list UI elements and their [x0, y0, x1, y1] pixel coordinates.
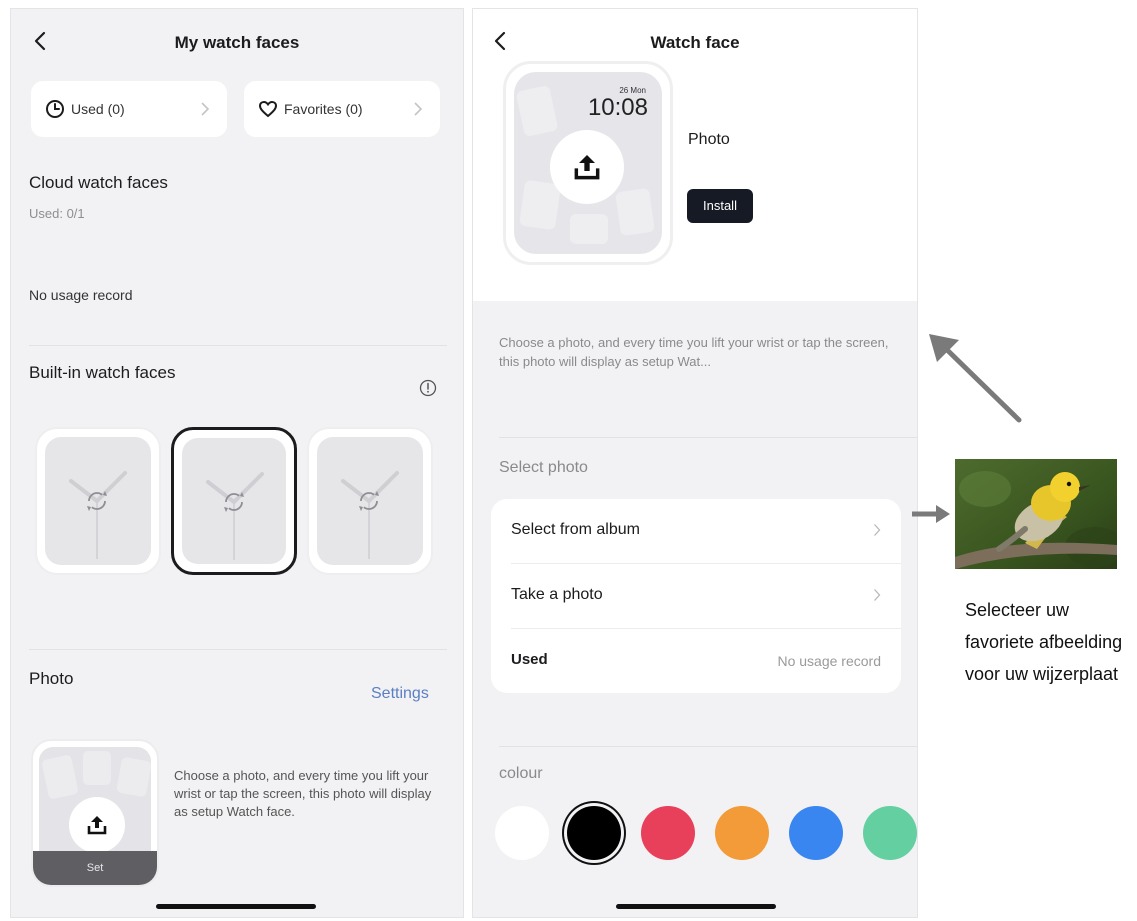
chevron-right-icon	[201, 102, 210, 116]
upload-button[interactable]	[69, 797, 125, 853]
pointer-arrow-icon	[929, 334, 1022, 423]
colour-swatch-white[interactable]	[495, 806, 549, 860]
row-label: Take a photo	[511, 586, 603, 603]
home-indicator[interactable]	[616, 904, 776, 909]
row-value: No usage record	[777, 653, 881, 669]
annotation-caption: Selecteer uw favoriete afbeelding voor u…	[965, 600, 1123, 684]
used-button[interactable]: Used (0)	[31, 81, 227, 137]
divider	[499, 746, 917, 747]
info-icon[interactable]	[419, 379, 437, 397]
right-arrow-icon	[912, 505, 950, 523]
divider	[29, 345, 447, 346]
built-in-face-1[interactable]	[35, 427, 161, 575]
watch-face-name: Photo	[688, 131, 730, 148]
upload-icon	[87, 816, 107, 835]
bird-photo	[955, 459, 1117, 569]
chevron-right-icon	[874, 524, 881, 536]
built-in-face-2-selected[interactable]	[171, 427, 297, 575]
colour-swatch-red[interactable]	[641, 806, 695, 860]
colour-swatch-black-selected[interactable]	[567, 806, 621, 860]
analog-hands-refresh-icon	[341, 471, 399, 559]
watch-face-detail-screen: Watch face 26 Mon 10:08 Photo Install Ch…	[472, 8, 918, 918]
chevron-right-icon	[874, 589, 881, 601]
divider	[499, 437, 917, 438]
used-row[interactable]: Used No usage record	[491, 629, 901, 693]
upload-button[interactable]	[550, 130, 624, 204]
favorites-button[interactable]: Favorites (0)	[244, 81, 440, 137]
preview-time: 10:08	[587, 94, 648, 121]
watch-face-description: Choose a photo, and every time you lift …	[499, 335, 889, 369]
my-watch-faces-screen: My watch faces Used (0) Favorites (0) Cl…	[10, 8, 464, 918]
select-from-album-row[interactable]: Select from album	[491, 499, 901, 563]
used-button-label: Used (0)	[71, 101, 125, 117]
colour-heading: colour	[499, 765, 543, 782]
row-label: Used	[511, 651, 548, 668]
chevron-right-icon	[414, 102, 423, 116]
colour-swatch-blue[interactable]	[789, 806, 843, 860]
settings-link[interactable]: Settings	[371, 685, 429, 703]
page-title: Watch face	[650, 33, 740, 52]
take-a-photo-row[interactable]: Take a photo	[491, 564, 901, 628]
analog-hands-refresh-icon	[69, 471, 127, 559]
row-label: Select from album	[511, 521, 640, 538]
photo-heading: Photo	[29, 669, 74, 688]
clock-icon	[46, 100, 64, 118]
built-in-face-3[interactable]	[307, 427, 433, 575]
select-photo-heading: Select photo	[499, 459, 588, 476]
home-indicator[interactable]	[156, 904, 316, 909]
yellow-bird-on-branch-illustration	[955, 459, 1117, 569]
photo-placeholder: 26 Mon 10:08	[514, 72, 662, 254]
favorites-button-label: Favorites (0)	[284, 101, 363, 117]
analog-hands-refresh-icon	[206, 472, 264, 560]
cloud-used-count: Used: 0/1	[29, 206, 85, 221]
upload-icon	[574, 155, 600, 180]
divider	[29, 649, 447, 650]
install-button[interactable]: Install	[687, 189, 753, 223]
photo-watch-face-thumbnail[interactable]: Set	[31, 739, 159, 887]
built-in-watch-faces-heading: Built-in watch faces	[29, 363, 176, 382]
set-button[interactable]: Set	[33, 851, 157, 885]
photo-description: Choose a photo, and every time you lift …	[174, 768, 432, 819]
colour-swatch-orange[interactable]	[715, 806, 769, 860]
colour-swatch-green[interactable]	[863, 806, 917, 860]
heart-icon	[258, 100, 278, 118]
no-usage-text: No usage record	[29, 287, 133, 303]
watch-face-preview: 26 Mon 10:08	[503, 61, 673, 265]
cloud-watch-faces-heading: Cloud watch faces	[29, 173, 168, 192]
page-title: My watch faces	[174, 33, 300, 52]
photo-source-list: Select from album Take a photo Used No u…	[491, 499, 901, 693]
